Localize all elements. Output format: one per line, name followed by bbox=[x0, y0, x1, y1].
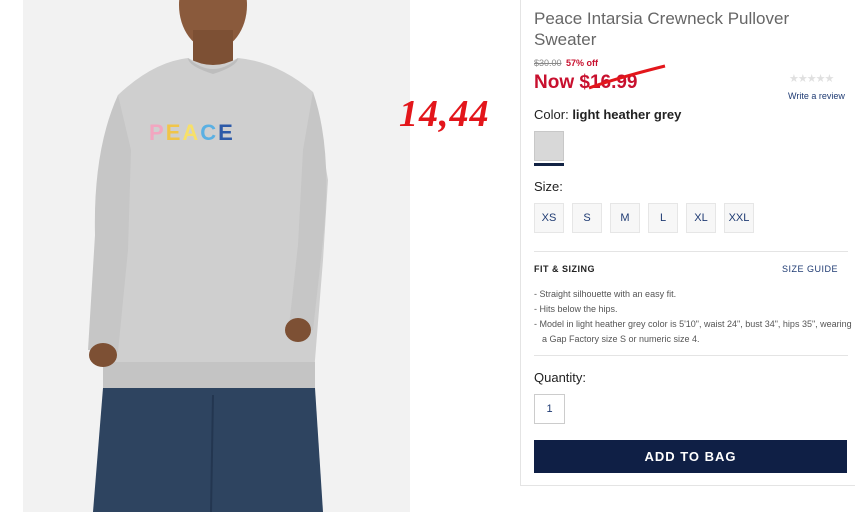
fit-detail-item: - Straight silhouette with an easy fit. bbox=[534, 289, 677, 299]
size-button-s[interactable]: S bbox=[572, 203, 602, 233]
color-swatch-light-heather-grey[interactable] bbox=[534, 131, 564, 161]
fit-sizing-heading: FIT & SIZING bbox=[534, 264, 595, 274]
product-panel: Peace Intarsia Crewneck Pullover Sweater… bbox=[520, 0, 855, 486]
peace-letter-c: C bbox=[200, 120, 219, 145]
add-to-bag-button[interactable]: ADD TO BAG bbox=[534, 440, 847, 473]
color-value: light heather grey bbox=[572, 107, 682, 122]
discount-badge: 57% off bbox=[566, 58, 599, 68]
peace-graphic: PEACE bbox=[149, 120, 235, 146]
size-guide-link[interactable]: SIZE GUIDE bbox=[782, 264, 838, 274]
original-price: $30.00 bbox=[534, 58, 562, 68]
write-review-link[interactable]: Write a review bbox=[788, 91, 845, 101]
swatch-selected-indicator bbox=[534, 163, 564, 166]
divider bbox=[534, 251, 848, 252]
size-button-m[interactable]: M bbox=[610, 203, 640, 233]
size-button-xl[interactable]: XL bbox=[686, 203, 716, 233]
price-row: $30.00 57% off bbox=[534, 58, 598, 68]
size-button-xxl[interactable]: XXL bbox=[724, 203, 754, 233]
fit-details-list: - Straight silhouette with an easy fit. … bbox=[534, 287, 852, 347]
color-label: Color: bbox=[534, 107, 569, 122]
model-photo bbox=[88, 0, 328, 512]
product-title: Peace Intarsia Crewneck Pullover Sweater bbox=[534, 9, 790, 49]
size-button-xs[interactable]: XS bbox=[534, 203, 564, 233]
color-row: Color: light heather grey bbox=[534, 107, 681, 122]
peace-letter-e1: E bbox=[165, 120, 183, 145]
peace-letter-a: A bbox=[182, 120, 201, 145]
size-options: XS S M L XL XXL bbox=[534, 203, 754, 233]
size-button-l[interactable]: L bbox=[648, 203, 678, 233]
price-annotation: 14,44 bbox=[399, 93, 490, 135]
sale-price: Now $16.99 bbox=[534, 72, 638, 93]
product-image: PEACE bbox=[23, 0, 410, 512]
rating-stars-icon: ★★★★★ bbox=[789, 73, 834, 85]
fit-detail-item: - Model in light heather grey color is 5… bbox=[534, 319, 852, 344]
divider bbox=[534, 355, 848, 356]
quantity-input[interactable]: 1 bbox=[534, 394, 565, 424]
peace-letter-p: P bbox=[149, 120, 166, 145]
size-label: Size: bbox=[534, 179, 563, 194]
quantity-label: Quantity: bbox=[534, 370, 587, 385]
fit-detail-item: - Hits below the hips. bbox=[534, 304, 618, 314]
peace-letter-e2: E bbox=[218, 120, 235, 145]
